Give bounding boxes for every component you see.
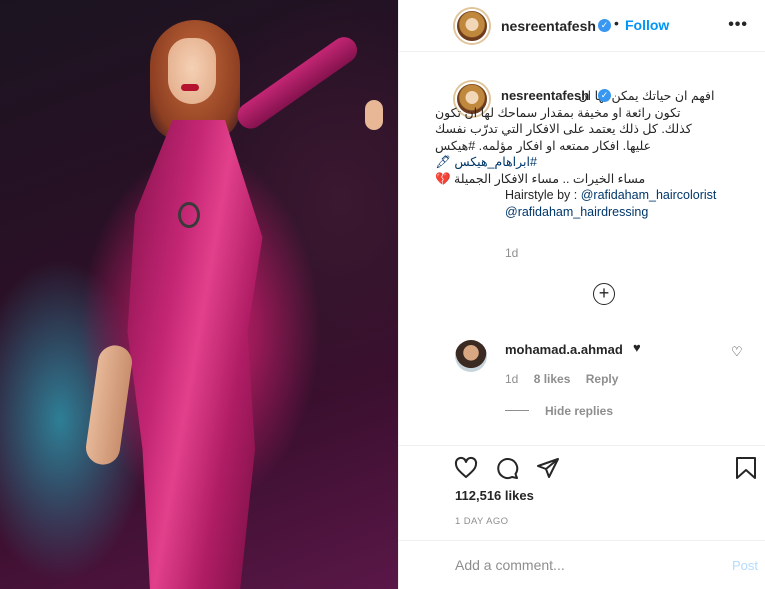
caption-line-2: تكون رائعة او مخيفة بمقدار سماحك لها ان … (435, 105, 681, 120)
bookmark-icon[interactable] (735, 456, 757, 485)
more-options-icon[interactable]: ••• (728, 16, 748, 34)
hairstyle-prefix: Hairstyle by : (505, 188, 581, 202)
comment-input[interactable] (455, 555, 695, 575)
caption-time[interactable]: 1d (505, 246, 518, 260)
photo-leg (83, 343, 135, 467)
hide-replies-button[interactable]: Hide replies (545, 404, 613, 418)
verified-badge-icon: ✓ (598, 19, 611, 32)
comment-icon[interactable] (495, 456, 519, 485)
comment-like-heart-icon[interactable]: ♡ (731, 344, 743, 360)
share-icon[interactable] (536, 456, 560, 485)
comment-text: ♥ (633, 340, 641, 355)
comment-reply-button[interactable]: Reply (586, 372, 619, 386)
add-circle-icon[interactable]: + (593, 283, 615, 305)
comment-meta: 1d 8 likes Reply (505, 372, 630, 386)
add-comment-bar: Post (399, 540, 765, 589)
hide-replies-divider (505, 410, 529, 411)
post-side-panel: nesreentafesh ✓ • Follow ••• افهم ان حيا… (398, 0, 765, 589)
photo-arm (232, 32, 363, 134)
post-header: nesreentafesh ✓ • Follow ••• (399, 0, 765, 52)
comment-item: mohamad.a.ahmad ♥ ♡ 1d 8 likes Reply Hid… (399, 330, 765, 425)
likes-count[interactable]: 112,516 likes (455, 488, 534, 503)
caption-line-4: عليها. افكار ممتعه او افكار مؤلمه. #هيكس (435, 138, 652, 153)
follow-button[interactable]: Follow (625, 17, 669, 33)
post-photo[interactable] (0, 0, 398, 589)
author-avatar[interactable] (455, 9, 489, 43)
mention-hairdressing[interactable]: @rafidaham_hairdressing (435, 204, 735, 221)
photo-belt-buckle (178, 202, 200, 228)
post-time-ago[interactable]: 1 DAY AGO (455, 516, 508, 527)
caption-block: افهم ان حياتك يمكن لها ان تكون رائعة او … (399, 52, 765, 324)
photo-lips (181, 84, 199, 91)
photo-hand (365, 100, 383, 130)
mention-haircolorist[interactable]: @rafidaham_haircolorist (581, 188, 717, 202)
separator-dot: • (614, 15, 619, 31)
caption-hashtag-line[interactable]: #ابراهام_هيكس 🖋 (435, 154, 735, 171)
author-username[interactable]: nesreentafesh (501, 18, 596, 34)
comment-time[interactable]: 1d (505, 372, 518, 386)
caption-line-3: كذلك. كل ذلك يعتمد على الافكار التي تدرّ… (435, 122, 692, 136)
commenter-avatar[interactable] (455, 340, 487, 372)
heart-icon[interactable] (454, 456, 478, 485)
photo-face (168, 38, 216, 104)
caption-line-6: مساء الخيرات .. مساء الافكار الجميلة 💔 (435, 171, 646, 186)
caption-text: افهم ان حياتك يمكن لها ان تكون رائعة او … (435, 88, 735, 220)
photo-dress (127, 120, 263, 589)
comment-likes[interactable]: 8 likes (534, 372, 571, 386)
caption-username[interactable]: nesreentafesh (501, 88, 589, 103)
commenter-username[interactable]: mohamad.a.ahmad (505, 342, 623, 357)
caption-hairstyle-line: Hairstyle by : @rafidaham_haircolorist (435, 187, 735, 204)
caption-verified-badge-icon: ✓ (598, 89, 611, 102)
post-button[interactable]: Post (732, 558, 758, 573)
